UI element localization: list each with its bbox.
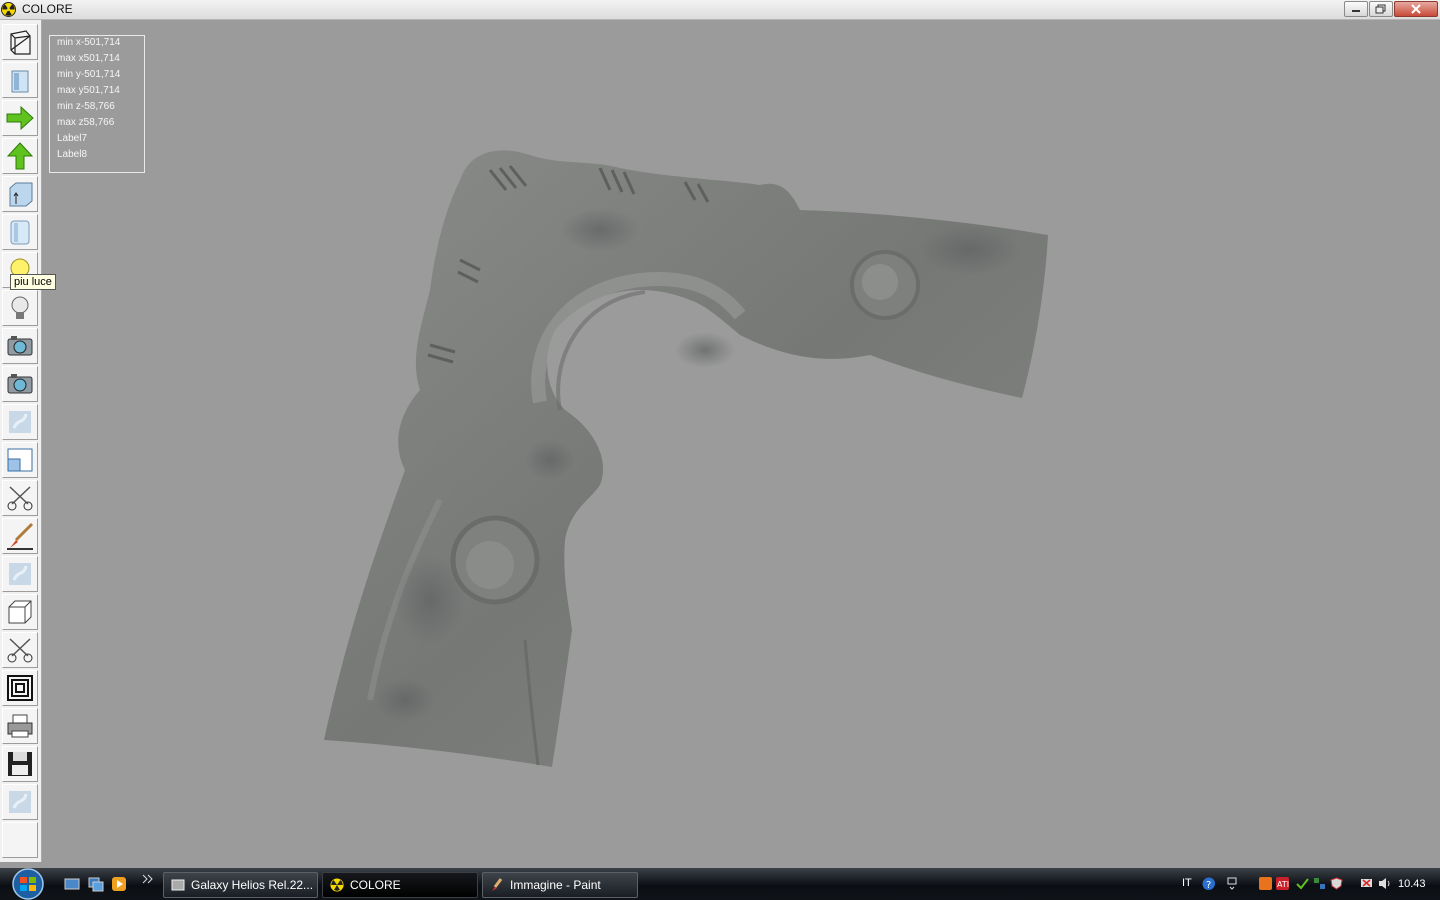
shield-tray-icon[interactable] — [1330, 877, 1343, 890]
media-player-icon[interactable] — [111, 876, 127, 892]
info-label8: Label8 — [57, 149, 88, 160]
arrow-right-icon — [6, 105, 34, 131]
scissors-icon — [7, 486, 33, 511]
solid-view-icon — [11, 70, 29, 93]
info-max-z: max z58,766 — [57, 117, 115, 128]
info-label7: Label7 — [57, 133, 88, 144]
camera-icon — [7, 336, 33, 356]
box-icon — [8, 600, 32, 624]
paint-button[interactable] — [2, 518, 38, 554]
cut-button-2[interactable] — [2, 632, 38, 668]
help-icon[interactable]: ? — [1202, 877, 1215, 890]
arrow-up-icon — [6, 142, 34, 170]
wireframe-icon — [10, 30, 31, 55]
cylinder-icon — [10, 220, 30, 245]
camera-button-2[interactable] — [2, 366, 38, 402]
window-view-button[interactable] — [2, 442, 38, 478]
show-desktop-icon[interactable] — [64, 876, 80, 892]
save-button[interactable] — [2, 746, 38, 782]
light-button[interactable] — [2, 290, 38, 326]
network-tray-icon[interactable] — [1313, 877, 1326, 890]
frame-button[interactable] — [2, 670, 38, 706]
brush-icon — [7, 522, 34, 550]
move-up-button[interactable] — [2, 138, 38, 174]
minimize-button[interactable] — [1344, 1, 1368, 17]
security-tray-icon[interactable] — [1259, 877, 1272, 890]
bounds-info-box: min x-501,714 max x501,714 min y-501,714… — [49, 35, 145, 173]
texture-button-3[interactable] — [2, 784, 38, 820]
window-icon — [7, 448, 33, 472]
ati-tray-icon[interactable]: ATI — [1276, 877, 1289, 890]
language-indicator[interactable]: IT — [1182, 877, 1192, 889]
title-bar: COLORE — [0, 0, 1440, 20]
taskbar-item-paint[interactable]: Immagine - Paint — [482, 872, 638, 898]
restore-icon — [1375, 4, 1386, 14]
clock[interactable]: 10.43 — [1398, 878, 1426, 890]
cylinder-button[interactable] — [2, 214, 38, 250]
camera-button-1[interactable] — [2, 328, 38, 364]
cube-front-icon — [9, 182, 33, 207]
solid-view-button[interactable] — [2, 62, 38, 98]
volume-icon[interactable] — [1378, 877, 1391, 890]
cut-button-1[interactable] — [2, 480, 38, 516]
info-min-z: min z-58,766 — [57, 101, 115, 112]
texture-button-1[interactable] — [2, 404, 38, 440]
galaxy-app-icon — [171, 879, 185, 891]
texture-icon — [9, 791, 31, 813]
camera-icon — [7, 374, 33, 394]
floppy-disk-icon — [8, 752, 32, 776]
chevron-right-icon[interactable] — [141, 874, 157, 890]
start-button[interactable] — [9, 868, 47, 900]
printer-icon — [7, 714, 33, 738]
radiation-icon — [330, 878, 344, 892]
restore-button[interactable] — [1369, 1, 1393, 17]
info-max-x: max x501,714 — [57, 53, 120, 64]
paint-icon — [492, 878, 503, 891]
check-tray-icon[interactable] — [1296, 877, 1309, 890]
svg-text:ATI: ATI — [1277, 880, 1289, 889]
close-button[interactable] — [1394, 1, 1438, 17]
move-right-button[interactable] — [2, 100, 38, 136]
window-title: COLORE — [22, 2, 73, 16]
wireframe-button[interactable] — [2, 24, 38, 60]
switch-windows-icon[interactable] — [88, 876, 104, 892]
info-min-x: min x-501,714 — [57, 37, 121, 48]
empty-tool-button[interactable] — [2, 822, 38, 858]
taskbar-item-colore[interactable]: COLORE — [322, 872, 478, 898]
front-view-button[interactable] — [2, 176, 38, 212]
texture-icon — [9, 411, 31, 433]
radiation-icon — [1, 2, 16, 17]
svg-text:?: ? — [1206, 880, 1211, 890]
texture-button-2[interactable] — [2, 556, 38, 592]
print-button[interactable] — [2, 708, 38, 744]
concentric-squares-icon — [7, 675, 33, 701]
light-bulb-icon — [11, 296, 29, 319]
language-bar-icon[interactable] — [1226, 877, 1239, 890]
tool-bar — [0, 20, 42, 862]
scissors-icon — [7, 638, 33, 663]
info-min-y: min y-501,714 — [57, 69, 121, 80]
minimize-icon — [1352, 10, 1360, 12]
box-button[interactable] — [2, 594, 38, 630]
close-icon — [1411, 4, 1421, 14]
tooltip: piu luce — [10, 274, 56, 290]
taskbar-item-galaxy-helios[interactable]: Galaxy Helios Rel.22... — [163, 872, 318, 898]
texture-icon — [9, 563, 31, 585]
info-max-y: max y501,714 — [57, 85, 120, 96]
display-tray-icon[interactable] — [1360, 877, 1373, 890]
3d-model[interactable] — [310, 140, 1070, 780]
